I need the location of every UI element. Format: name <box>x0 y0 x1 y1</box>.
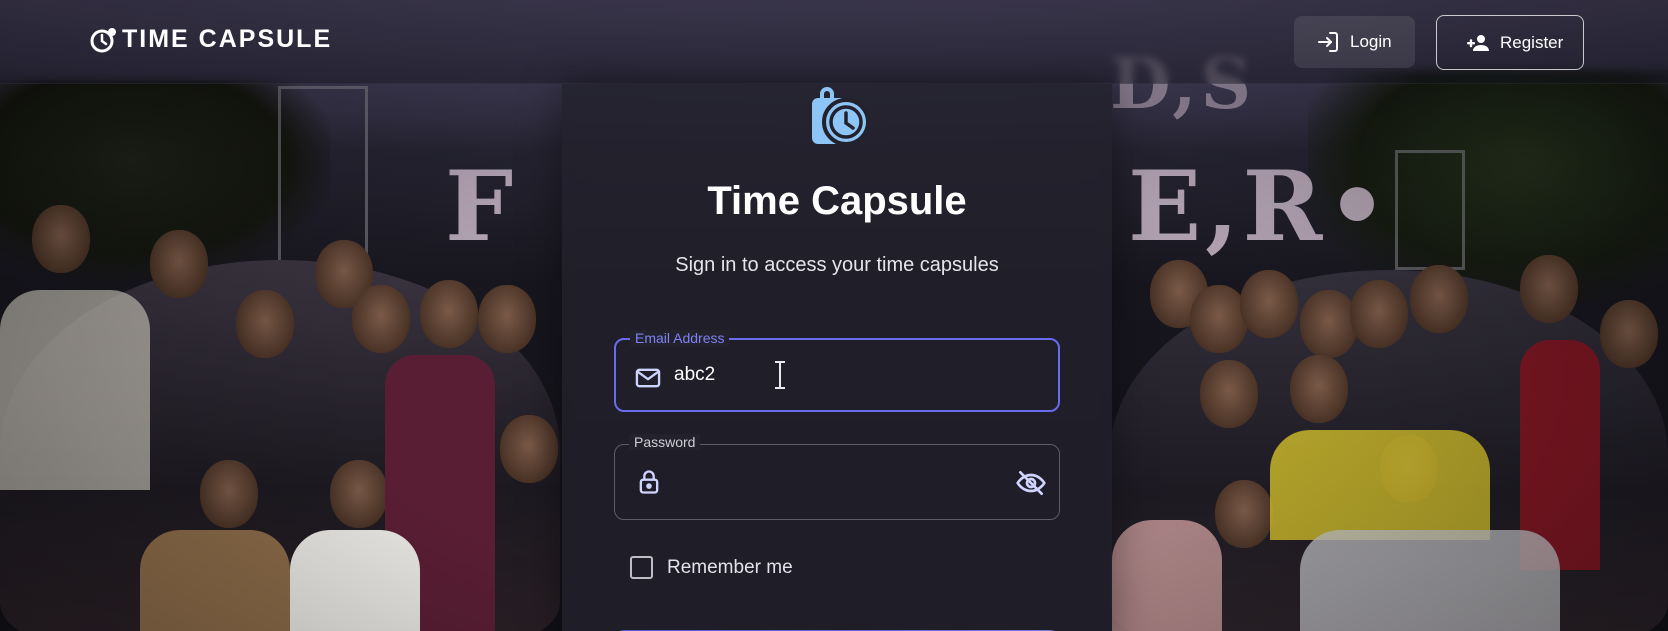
login-label: Login <box>1350 32 1392 51</box>
top-navbar: TIME CAPSULE Login Register <box>0 0 1668 84</box>
card-subtitle: Sign in to access your time capsules <box>675 254 999 276</box>
remember-checkbox[interactable] <box>630 556 653 579</box>
eye-off-icon[interactable] <box>1015 467 1047 499</box>
email-input-value[interactable]: abc2 <box>674 364 715 386</box>
register-label: Register <box>1500 32 1564 52</box>
login-card: Time Capsule Sign in to access your time… <box>562 84 1112 631</box>
card-title: Time Capsule <box>707 179 967 223</box>
register-button[interactable]: Register <box>1436 15 1584 70</box>
lock-icon <box>639 470 659 494</box>
capsule-clock-icon <box>812 87 870 146</box>
email-field[interactable]: Email Address abc2 <box>614 330 1060 412</box>
password-field[interactable]: Password <box>614 434 1060 520</box>
capsule-logo-icon <box>90 28 116 53</box>
login-button[interactable]: Login <box>1294 16 1415 68</box>
person-add-icon <box>1467 34 1489 51</box>
login-icon <box>1318 32 1338 52</box>
password-label: Password <box>629 434 701 450</box>
remember-me[interactable]: Remember me <box>630 556 793 579</box>
remember-label: Remember me <box>667 556 793 578</box>
email-label: Email Address <box>630 330 730 346</box>
text-cursor-icon <box>775 361 785 389</box>
mail-icon <box>635 368 661 388</box>
brand[interactable]: TIME CAPSULE <box>88 24 332 54</box>
brand-name: TIME CAPSULE <box>122 24 333 53</box>
